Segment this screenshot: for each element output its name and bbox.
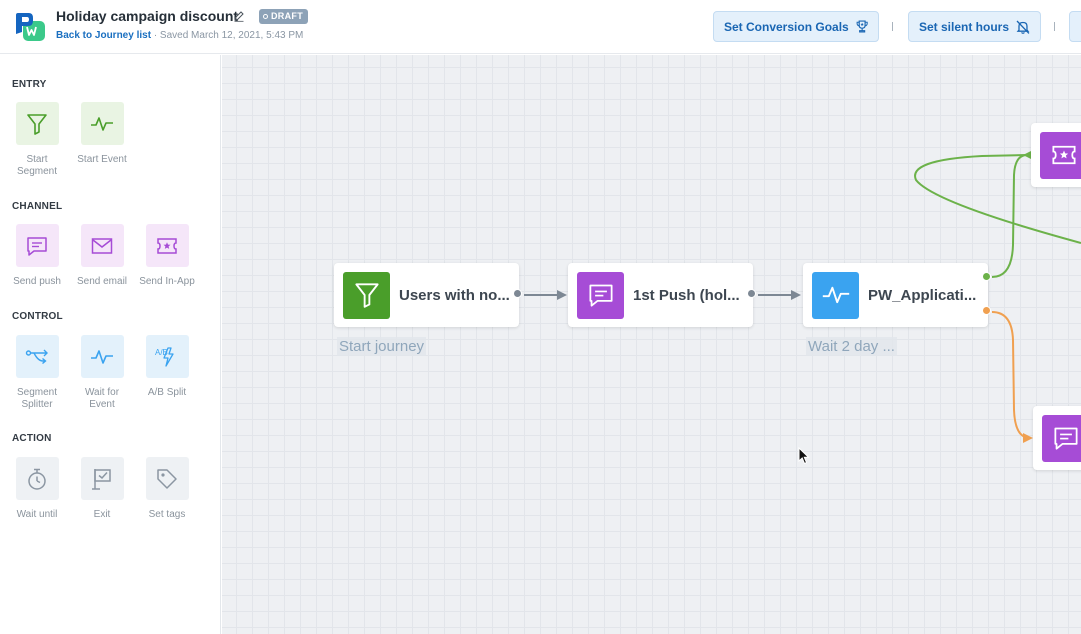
node-start-segment-icon bbox=[343, 271, 390, 319]
bell-off-icon bbox=[1016, 20, 1030, 34]
filter-icon bbox=[27, 113, 47, 135]
branch-yes-connector bbox=[991, 150, 1033, 278]
inapp-ticket-icon bbox=[1051, 145, 1076, 165]
tool-label: Start Segment bbox=[16, 154, 58, 177]
tool-label: Start Event bbox=[77, 154, 127, 165]
tool-label: A/B Split bbox=[147, 387, 187, 398]
tool-exit[interactable]: Exit bbox=[73, 457, 131, 521]
status-badge-label: DRAFT bbox=[271, 11, 303, 21]
set-conversion-goals-label: Set Conversion Goals bbox=[724, 19, 849, 34]
status-badge: DRAFT bbox=[259, 9, 308, 24]
status-dot-icon bbox=[263, 14, 268, 19]
tool-send-inapp-box bbox=[145, 224, 189, 267]
tool-set-tags[interactable]: Set tags bbox=[138, 457, 196, 521]
node-send-inapp[interactable] bbox=[1031, 123, 1081, 187]
tool-set-tags-box bbox=[145, 457, 189, 500]
node-caption-wait: Wait 2 day ... bbox=[806, 337, 897, 356]
pulse-icon bbox=[91, 116, 113, 131]
set-conversion-goals-button[interactable]: Set Conversion Goals bbox=[713, 11, 879, 42]
stopwatch-icon bbox=[28, 468, 46, 490]
message-bubble-icon bbox=[588, 284, 613, 307]
tool-label: Set tags bbox=[148, 509, 186, 520]
tool-start-event-box bbox=[80, 102, 124, 145]
journey-title: Holiday campaign discount bbox=[56, 8, 239, 24]
flag-check-icon bbox=[92, 468, 111, 490]
pushwoosh-logo-icon bbox=[16, 13, 45, 41]
tool-start-event[interactable]: Start Event bbox=[73, 102, 131, 166]
tool-send-email[interactable]: Send email bbox=[73, 224, 131, 288]
tool-label: Segment Splitter bbox=[16, 387, 58, 410]
section-entry: ENTRY bbox=[12, 79, 47, 90]
journey-canvas[interactable]: Users with no... Start journey 1st Push … bbox=[222, 55, 1081, 634]
pulse-icon bbox=[822, 286, 849, 304]
tool-ab-split-box: A/B bbox=[145, 335, 189, 378]
header-divider bbox=[892, 22, 893, 31]
tool-exit-box bbox=[80, 457, 124, 500]
section-action: ACTION bbox=[12, 433, 52, 444]
trophy-icon bbox=[856, 20, 868, 33]
node-caption-start: Start journey bbox=[337, 337, 427, 356]
node-label: 1st Push (hol... bbox=[633, 286, 740, 304]
envelope-icon bbox=[91, 237, 113, 254]
mouse-cursor-icon bbox=[798, 447, 810, 465]
tool-send-push-box bbox=[15, 224, 59, 267]
tool-label: Send email bbox=[76, 276, 128, 287]
tool-label: Send In-App bbox=[139, 276, 195, 287]
output-port[interactable] bbox=[747, 289, 756, 298]
breadcrumb: Back to Journey list · Saved March 12, 2… bbox=[56, 30, 303, 41]
message-bubble-icon bbox=[1053, 427, 1078, 450]
element-palette-sidebar: ENTRY Start Segment Start Event CHANNEL … bbox=[0, 55, 221, 634]
section-channel: CHANNEL bbox=[12, 201, 63, 212]
node-send-push-2-icon bbox=[1042, 414, 1081, 462]
tool-ab-split[interactable]: A/B A/B Split bbox=[138, 335, 196, 399]
edit-title-icon[interactable] bbox=[233, 10, 245, 22]
node-send-push-icon bbox=[577, 271, 624, 319]
tool-label: Wait until bbox=[16, 509, 58, 520]
node-wait-for-event-icon bbox=[812, 271, 859, 319]
node-send-inapp-icon bbox=[1040, 131, 1081, 179]
tool-start-segment-box bbox=[15, 102, 59, 145]
tool-wait-until[interactable]: Wait until bbox=[8, 457, 66, 521]
message-bubble-icon bbox=[27, 236, 47, 256]
output-port[interactable] bbox=[513, 289, 522, 298]
header-divider bbox=[1054, 22, 1055, 31]
node-wait-for-event[interactable]: PW_Applicati... bbox=[803, 263, 991, 327]
header-extra-button[interactable] bbox=[1069, 11, 1081, 42]
tool-start-segment[interactable]: Start Segment bbox=[8, 102, 66, 178]
tool-wait-for-event-box bbox=[80, 335, 124, 378]
tool-send-inapp[interactable]: Send In-App bbox=[138, 224, 196, 288]
tag-icon bbox=[157, 468, 177, 489]
tool-send-push[interactable]: Send push bbox=[8, 224, 66, 288]
top-header: Holiday campaign discount DRAFT Back to … bbox=[0, 0, 1081, 54]
node-start-segment[interactable]: Users with no... bbox=[334, 263, 522, 327]
tool-label: Send push bbox=[13, 276, 61, 287]
tool-segment-splitter[interactable]: Segment Splitter bbox=[8, 335, 66, 411]
filter-icon bbox=[354, 283, 379, 308]
node-label: PW_Applicati... bbox=[868, 286, 977, 304]
tool-label: Wait for Event bbox=[84, 387, 120, 410]
output-port-yes[interactable] bbox=[982, 272, 991, 281]
tool-wait-for-event[interactable]: Wait for Event bbox=[73, 335, 131, 411]
pulse-icon bbox=[91, 349, 113, 364]
tool-wait-until-box bbox=[15, 457, 59, 500]
set-silent-hours-button[interactable]: Set silent hours bbox=[908, 11, 1041, 42]
tool-send-email-box bbox=[80, 224, 124, 267]
node-send-push-2[interactable] bbox=[1033, 406, 1081, 470]
set-silent-hours-label: Set silent hours bbox=[919, 19, 1010, 34]
ab-split-icon: A/B bbox=[155, 346, 174, 367]
node-label: Users with no... bbox=[399, 286, 510, 304]
back-to-journey-list-link[interactable]: Back to Journey list bbox=[56, 30, 151, 41]
output-port-no[interactable] bbox=[982, 306, 991, 315]
split-arrows-icon bbox=[25, 349, 48, 364]
branch-no-connector bbox=[991, 311, 1033, 443]
section-control: CONTROL bbox=[12, 311, 63, 322]
tool-segment-splitter-box bbox=[15, 335, 59, 378]
node-send-push[interactable]: 1st Push (hol... bbox=[568, 263, 756, 327]
saved-timestamp: · Saved March 12, 2021, 5:43 PM bbox=[153, 30, 304, 41]
tool-label: Exit bbox=[93, 509, 111, 520]
inapp-ticket-icon bbox=[157, 237, 177, 254]
